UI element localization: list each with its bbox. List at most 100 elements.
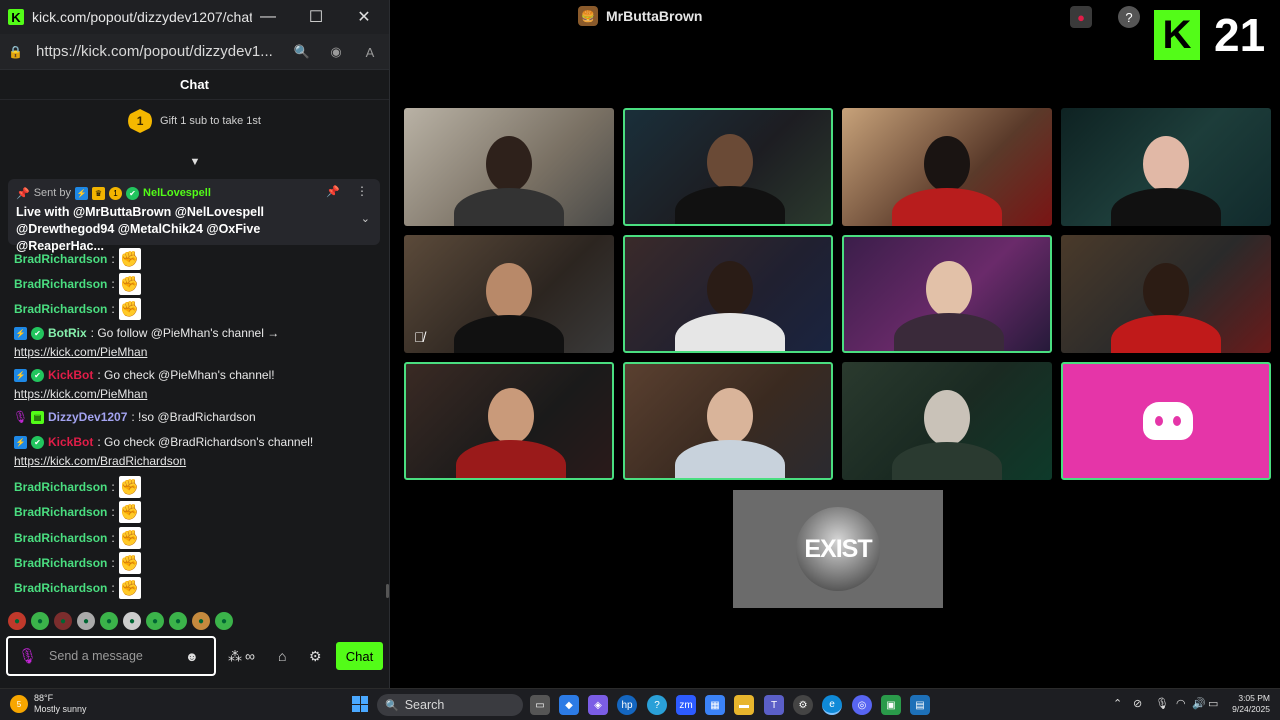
store-app-icon[interactable]: ▦ xyxy=(705,695,725,715)
participant-body xyxy=(454,188,564,226)
task-view-icon[interactable]: ▭ xyxy=(530,695,550,715)
kick-logo: K xyxy=(1154,10,1200,60)
username[interactable]: BradRichardson xyxy=(14,581,107,595)
taskbar-search[interactable]: 🔍 Search xyxy=(377,694,523,716)
url-text[interactable]: https://kick.com/popout/dizzydev1... xyxy=(36,43,281,60)
username[interactable]: BradRichardson xyxy=(14,252,107,266)
settings-app-icon[interactable]: ⚙ xyxy=(793,695,813,715)
sent-by-label: Sent by xyxy=(33,187,72,199)
mic-icon[interactable]: 🎙 xyxy=(18,647,37,665)
pin-icon[interactable]: 📌 xyxy=(326,185,340,198)
infinity-icon[interactable]: ∞ xyxy=(245,646,255,666)
participant-tile[interactable] xyxy=(1061,235,1271,353)
clock-time: 3:05 PM xyxy=(1238,693,1270,703)
zoom-app-icon[interactable]: zm xyxy=(676,695,696,715)
edge-icon[interactable]: e xyxy=(822,695,842,715)
username[interactable]: KickBot xyxy=(48,368,93,382)
clock[interactable]: 3:05 PM 9/24/2025 xyxy=(1226,693,1270,715)
participant-tile[interactable]: 🎙̸ xyxy=(404,235,614,353)
participant-tile-active[interactable] xyxy=(623,108,833,226)
kicks-icon[interactable]: ⁂ xyxy=(228,646,242,666)
pinned-message[interactable]: 📌 Sent by ⚡ ♛ 1 ✔ NelLovespell Live with… xyxy=(8,179,380,253)
chat-header: Chat xyxy=(0,70,389,100)
hp-icon[interactable]: hp xyxy=(617,695,637,715)
participant-tile[interactable] xyxy=(404,108,614,226)
chat-input-box[interactable]: 🎙 ☻ xyxy=(6,636,216,676)
volume-icon[interactable]: 🔊 xyxy=(1192,697,1206,710)
settings-gear-icon[interactable]: ⚙ xyxy=(309,646,322,666)
emote-icon[interactable]: ● xyxy=(77,612,95,630)
username[interactable]: BradRichardson xyxy=(14,531,107,545)
channel-link[interactable]: https://kick.com/PieMhan xyxy=(14,387,147,401)
username[interactable]: DizzyDev1207 xyxy=(48,410,127,424)
emote-icon[interactable]: ● xyxy=(215,612,233,630)
app-icon[interactable]: ▣ xyxy=(881,695,901,715)
emote-icon[interactable]: ● xyxy=(146,612,164,630)
participant-tile[interactable] xyxy=(842,108,1052,226)
chat-input[interactable] xyxy=(49,649,180,663)
expand-leaderboard-icon[interactable]: ▼ xyxy=(188,156,202,168)
help-icon[interactable]: ? xyxy=(1118,6,1140,28)
username[interactable]: BradRichardson xyxy=(14,556,107,570)
emote-icon[interactable]: ● xyxy=(169,612,187,630)
app-icon[interactable]: ▤ xyxy=(910,695,930,715)
chat-scrollbar[interactable] xyxy=(386,584,389,598)
zoom-icon[interactable]: 🔍 xyxy=(292,42,312,62)
pinned-sender[interactable]: NelLovespell xyxy=(143,187,211,199)
teams-icon[interactable]: T xyxy=(764,695,784,715)
crown-badge-icon: ♛ xyxy=(92,186,106,200)
discord-app-icon[interactable]: ◎ xyxy=(852,695,872,715)
verified-badge-icon: ✔ xyxy=(31,435,44,449)
participant-body xyxy=(892,188,1002,226)
chevron-up-icon[interactable]: ⌃ xyxy=(1113,697,1122,710)
username[interactable]: BradRichardson xyxy=(14,277,107,291)
copilot-icon[interactable]: ◆ xyxy=(559,695,579,715)
emote-icon[interactable]: ● xyxy=(8,612,26,630)
gift-leaderboard-bar[interactable]: 1 Gift 1 sub to take 1st xyxy=(0,100,389,142)
emote-icon[interactable]: ● xyxy=(31,612,49,630)
username[interactable]: BotRix xyxy=(48,326,87,340)
participant-tile[interactable] xyxy=(1061,108,1271,226)
raised-fist-emote-icon: ✊ xyxy=(118,273,141,295)
participant-tile-active[interactable] xyxy=(623,235,833,353)
mic-tray-icon[interactable]: 🎙 xyxy=(1155,697,1169,710)
channel-link[interactable]: https://kick.com/BradRichardson xyxy=(14,454,186,468)
participant-head xyxy=(707,134,753,190)
chevron-down-icon[interactable]: ⌄ xyxy=(361,212,370,225)
read-aloud-icon[interactable]: A xyxy=(360,42,380,62)
chat-message: BradRichardson: ✊ xyxy=(14,552,141,574)
minimize-button[interactable]: — xyxy=(244,0,292,34)
send-chat-button[interactable]: Chat xyxy=(336,642,383,670)
username[interactable]: BradRichardson xyxy=(14,480,107,494)
emoji-picker-icon[interactable]: ☻ xyxy=(185,649,199,664)
emote-icon[interactable]: ● xyxy=(123,612,141,630)
windows-start-icon[interactable] xyxy=(352,696,368,712)
exist-logo-tile[interactable]: EXIST xyxy=(733,490,943,608)
channel-link[interactable]: https://kick.com/PieMhan xyxy=(14,345,147,359)
participant-tile-active[interactable] xyxy=(404,362,614,480)
emote-icon[interactable]: ● xyxy=(54,612,72,630)
weather-widget[interactable]: 5 88°F Mostly sunny xyxy=(10,693,87,715)
tracking-prevention-icon[interactable]: ◉ xyxy=(326,42,346,62)
store-icon[interactable]: ⌂ xyxy=(278,646,286,666)
participant-tile-active[interactable] xyxy=(623,362,833,480)
file-explorer-icon[interactable]: ▬ xyxy=(734,695,754,715)
username[interactable]: KickBot xyxy=(48,435,93,449)
app-icon[interactable]: ◈ xyxy=(588,695,608,715)
participant-tile-active[interactable] xyxy=(842,235,1052,353)
emote-icon[interactable]: ● xyxy=(100,612,118,630)
username[interactable]: BradRichardson xyxy=(14,302,107,316)
battery-icon[interactable]: ▭ xyxy=(1208,697,1218,710)
participant-head xyxy=(924,390,970,446)
network-off-icon[interactable]: ⊘ xyxy=(1133,697,1142,710)
emote-icon[interactable]: ● xyxy=(192,612,210,630)
more-options-icon[interactable]: ⋮ xyxy=(356,184,368,198)
record-icon[interactable]: ● xyxy=(1070,6,1092,28)
app-icon[interactable]: ? xyxy=(647,695,667,715)
wifi-icon[interactable]: ◠ xyxy=(1176,697,1186,710)
participant-tile[interactable] xyxy=(842,362,1052,480)
discord-tile[interactable] xyxy=(1061,362,1271,480)
close-button[interactable]: ✕ xyxy=(340,0,388,34)
username[interactable]: BradRichardson xyxy=(14,505,107,519)
maximize-button[interactable]: ☐ xyxy=(292,0,340,34)
